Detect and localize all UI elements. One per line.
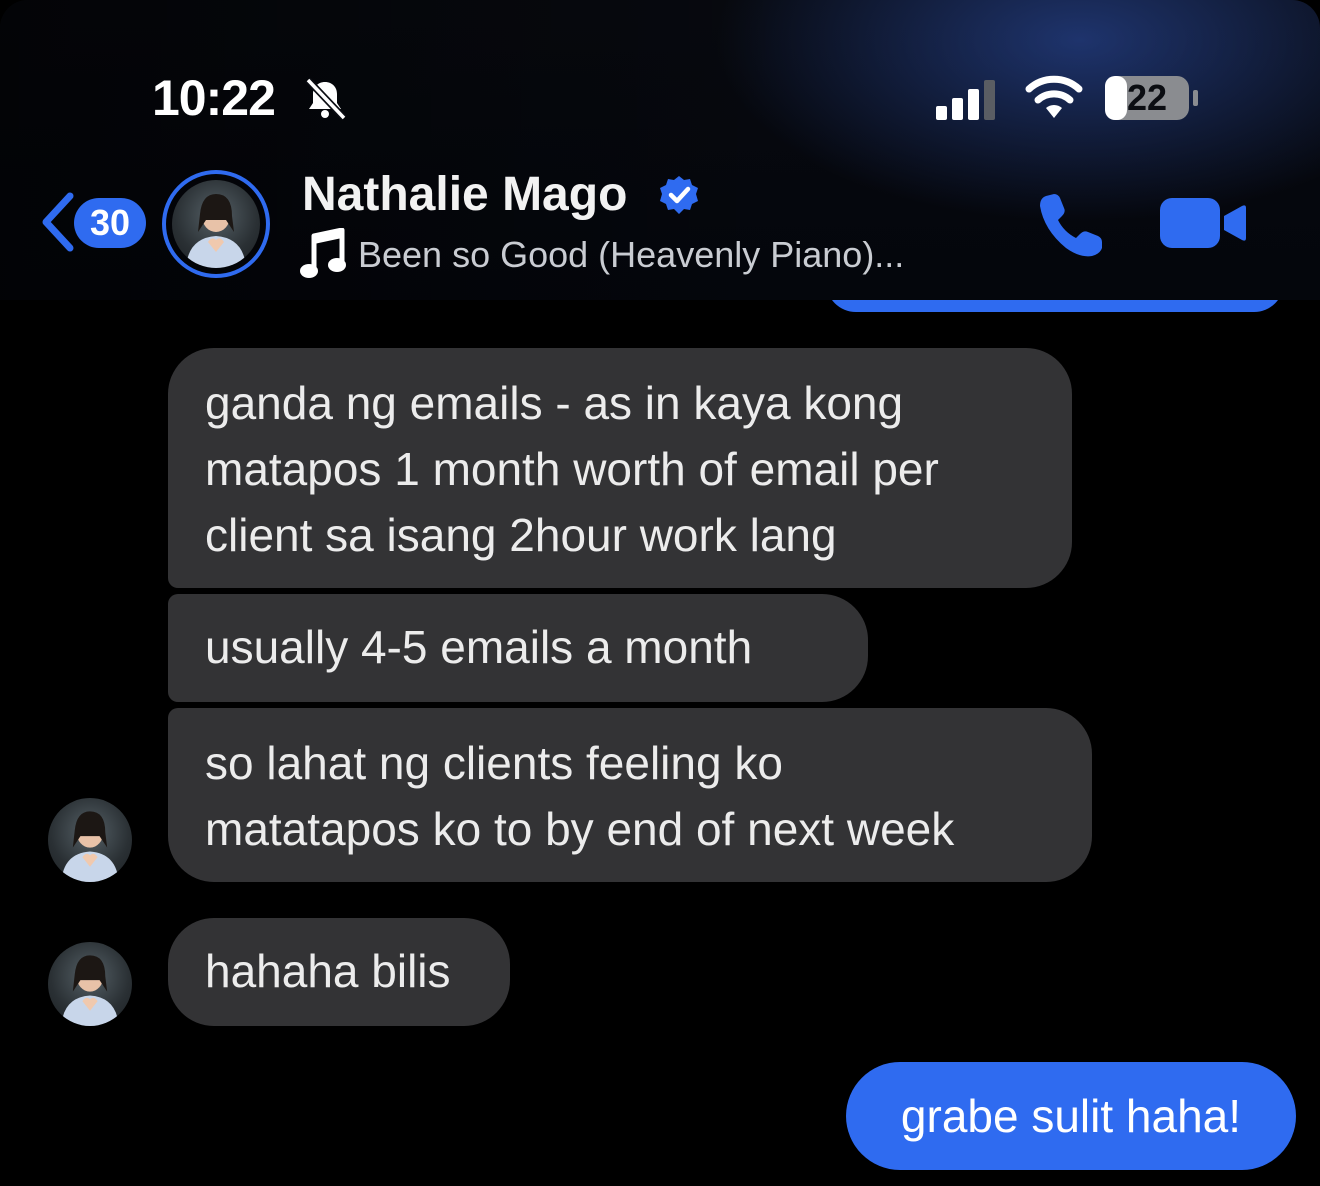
cellular-signal-icon <box>936 80 995 120</box>
message-text-line: client sa isang 2hour work lang <box>205 509 837 561</box>
message-text-line: grabe sulit haha! <box>900 1090 1242 1142</box>
message-text-line: hahaha bilis <box>205 945 451 997</box>
battery-percentage: 22 <box>1126 77 1168 118</box>
message-text-line: ganda ng emails - as in kaya kong <box>205 377 904 429</box>
sender-avatar[interactable] <box>48 942 132 1026</box>
bell-slash-icon <box>305 77 347 121</box>
phone-icon[interactable] <box>1036 190 1108 260</box>
verified-badge-icon <box>660 176 698 214</box>
chat-header: 10:22 22 30 Nathalie Mago Been so Good (… <box>0 0 1320 300</box>
back-chevron-icon[interactable] <box>38 192 78 252</box>
message-text-line: so lahat ng clients feeling ko <box>205 737 783 789</box>
unread-count-badge[interactable]: 30 <box>74 198 146 248</box>
contact-avatar[interactable] <box>172 180 260 268</box>
contact-name[interactable]: Nathalie Mago <box>302 166 627 224</box>
now-playing-text[interactable]: Been so Good (Heavenly Piano)... <box>358 232 904 278</box>
status-time: 10:22 <box>152 70 276 126</box>
incoming-message-bubble[interactable]: so lahat ng clients feeling ko matatapos… <box>168 708 1092 882</box>
music-note-icon <box>300 228 346 278</box>
incoming-message-bubble[interactable]: usually 4-5 emails a month <box>168 594 868 702</box>
message-text-line: usually 4-5 emails a month <box>205 621 753 673</box>
wifi-icon <box>1025 75 1083 118</box>
incoming-message-bubble[interactable]: hahaha bilis <box>168 918 510 1026</box>
incoming-message-bubble[interactable]: ganda ng emails - as in kaya kong matapo… <box>168 348 1072 588</box>
message-text-line: matapos 1 month worth of email per <box>205 443 939 495</box>
chat-screen: 10:22 22 30 Nathalie Mago Been so Good (… <box>0 0 1320 1186</box>
video-camera-icon[interactable] <box>1160 196 1246 250</box>
message-text-line: matatapos ko to by end of next week <box>205 803 955 855</box>
outgoing-message-bubble[interactable]: grabe sulit haha! <box>846 1062 1296 1170</box>
sender-avatar[interactable] <box>48 798 132 882</box>
